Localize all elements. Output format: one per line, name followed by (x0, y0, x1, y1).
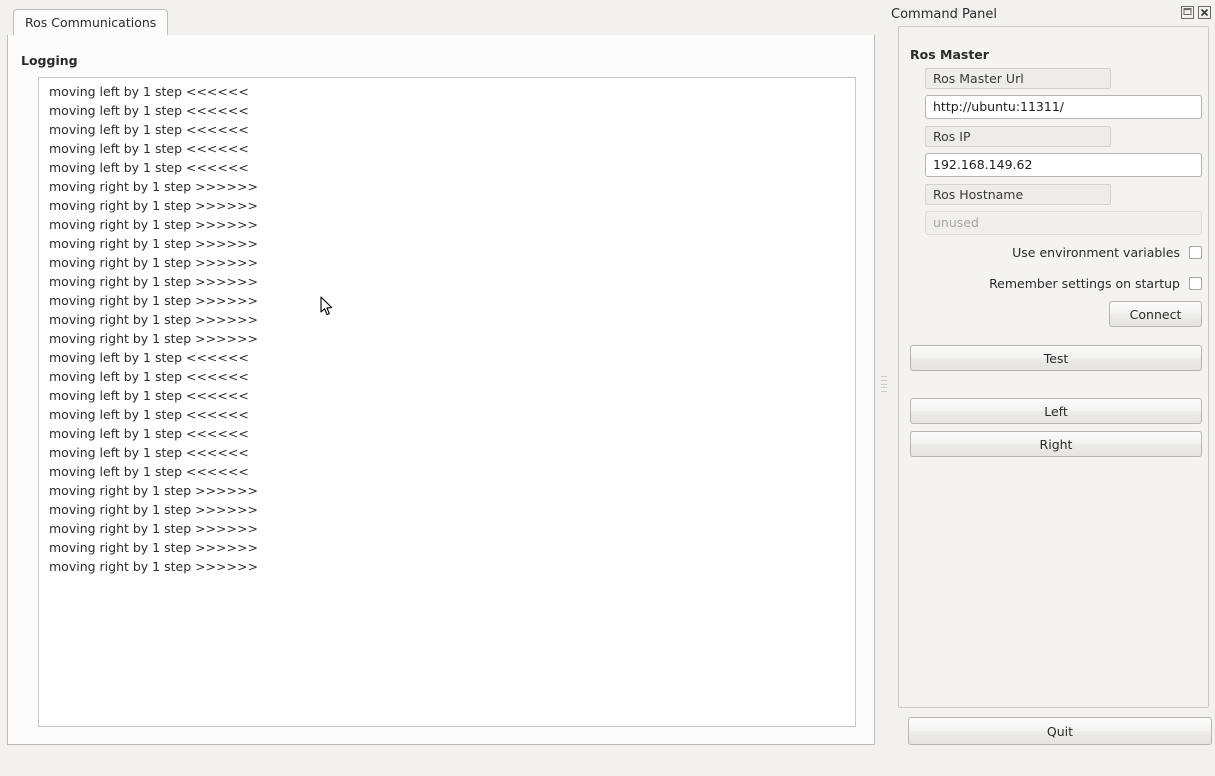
use-environment-variables-label: Use environment variables (1012, 244, 1180, 260)
mouse-cursor-icon (320, 296, 334, 317)
log-line[interactable]: moving left by 1 step <<<<<< (39, 139, 855, 158)
log-line[interactable]: moving right by 1 step >>>>>> (39, 519, 855, 538)
quit-button[interactable]: Quit (908, 717, 1212, 745)
log-line[interactable]: moving left by 1 step <<<<<< (39, 405, 855, 424)
command-panel-titlebar: Command Panel (891, 4, 1215, 24)
ros-ip-input[interactable]: 192.168.149.62 (925, 153, 1202, 177)
test-button[interactable]: Test (910, 345, 1202, 371)
connect-button[interactable]: Connect (1109, 301, 1202, 327)
tab-ros-communications[interactable]: Ros Communications (13, 9, 169, 36)
ros-master-groupbox: Ros Master Ros Master Url http://ubuntu:… (898, 26, 1209, 708)
log-line[interactable]: moving left by 1 step <<<<<< (39, 424, 855, 443)
log-line[interactable]: moving right by 1 step >>>>>> (39, 196, 855, 215)
ros-master-url-label: Ros Master Url (925, 68, 1111, 89)
tab-label: Ros Communications (25, 15, 157, 30)
panel-splitter[interactable] (877, 7, 891, 745)
remember-settings-row[interactable]: Remember settings on startup (939, 274, 1202, 292)
log-line[interactable]: moving right by 1 step >>>>>> (39, 291, 855, 310)
log-line[interactable]: moving left by 1 step <<<<<< (39, 386, 855, 405)
log-line[interactable]: moving right by 1 step >>>>>> (39, 310, 855, 329)
log-line[interactable]: moving left by 1 step <<<<<< (39, 101, 855, 120)
log-line[interactable]: moving left by 1 step <<<<<< (39, 348, 855, 367)
tab-bar: Ros Communications (7, 7, 875, 36)
use-environment-variables-checkbox[interactable] (1189, 245, 1202, 259)
command-panel-title: Command Panel (891, 6, 998, 22)
log-line[interactable]: moving right by 1 step >>>>>> (39, 234, 855, 253)
log-line[interactable]: moving right by 1 step >>>>>> (39, 272, 855, 291)
ros-master-group-label: Ros Master (910, 47, 989, 62)
log-line[interactable]: moving right by 1 step >>>>>> (39, 500, 855, 519)
remember-settings-label: Remember settings on startup (989, 275, 1180, 291)
logging-list[interactable]: moving left by 1 step <<<<<< moving left … (38, 77, 856, 727)
use-environment-variables-row[interactable]: Use environment variables (939, 243, 1202, 261)
ros-hostname-input[interactable]: unused (925, 211, 1202, 235)
remember-settings-checkbox[interactable] (1189, 276, 1202, 290)
command-panel-body: Ros Master Ros Master Url http://ubuntu:… (898, 26, 1212, 745)
right-button[interactable]: Right (910, 431, 1202, 457)
float-restore-icon[interactable] (1181, 6, 1194, 19)
logging-group-label: Logging (21, 53, 78, 68)
log-line[interactable]: moving right by 1 step >>>>>> (39, 253, 855, 272)
log-line[interactable]: moving left by 1 step <<<<<< (39, 443, 855, 462)
application-window: Ros Communications Logging moving left b… (0, 0, 1215, 776)
splitter-grip-icon (881, 376, 887, 392)
log-line[interactable]: moving left by 1 step <<<<<< (39, 82, 855, 101)
tab-panel-ros-communications: Logging moving left by 1 step <<<<<< movi… (7, 35, 875, 745)
ros-hostname-label: Ros Hostname (925, 184, 1111, 205)
log-line[interactable]: moving left by 1 step <<<<<< (39, 462, 855, 481)
log-line[interactable]: moving right by 1 step >>>>>> (39, 177, 855, 196)
log-line[interactable]: moving right by 1 step >>>>>> (39, 215, 855, 234)
log-line[interactable]: moving right by 1 step >>>>>> (39, 557, 855, 576)
ros-communications-tab-widget: Ros Communications Logging moving left b… (7, 7, 875, 745)
log-line[interactable]: moving left by 1 step <<<<<< (39, 367, 855, 386)
left-button[interactable]: Left (910, 398, 1202, 424)
command-panel-dock: Command Panel Ros Master Ros Master Url … (891, 0, 1215, 776)
log-line[interactable]: moving left by 1 step <<<<<< (39, 120, 855, 139)
dock-title-buttons (1181, 6, 1211, 19)
log-line[interactable]: moving left by 1 step <<<<<< (39, 158, 855, 177)
log-line[interactable]: moving right by 1 step >>>>>> (39, 538, 855, 557)
ros-ip-label: Ros IP (925, 126, 1111, 147)
log-line[interactable]: moving right by 1 step >>>>>> (39, 481, 855, 500)
log-line[interactable]: moving right by 1 step >>>>>> (39, 329, 855, 348)
close-icon[interactable] (1198, 6, 1211, 19)
ros-master-url-input[interactable]: http://ubuntu:11311/ (925, 95, 1202, 119)
